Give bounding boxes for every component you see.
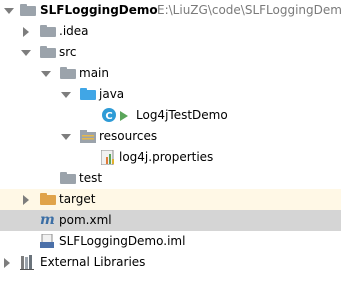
tree-row-src[interactable]: src <box>0 42 341 63</box>
project-path: E:\LiuZG\code\SLFLoggingDemo <box>157 3 341 17</box>
folder-icon <box>40 25 56 37</box>
tree-row-idea[interactable]: .idea <box>0 21 341 42</box>
file-label-pom: pom.xml <box>59 213 112 227</box>
tree-row-java[interactable]: java <box>0 84 341 105</box>
chevron-down-icon[interactable] <box>4 8 14 14</box>
tree-row-resources[interactable]: resources <box>0 126 341 147</box>
tree-row-external-libraries[interactable]: External Libraries <box>0 252 341 273</box>
external-libraries-label: External Libraries <box>40 255 146 269</box>
java-class-icon: C <box>102 108 116 122</box>
folder-icon <box>60 67 76 79</box>
chevron-down-icon[interactable] <box>61 92 71 98</box>
file-label-iml: SLFLoggingDemo.iml <box>59 234 186 248</box>
library-icon <box>20 255 34 270</box>
svg-text:C: C <box>105 111 112 122</box>
tree-row-main[interactable]: main <box>0 63 341 84</box>
folder-icon <box>20 4 36 16</box>
maven-icon: m <box>40 212 55 228</box>
chevron-down-icon[interactable] <box>41 71 51 77</box>
folder-label-java: java <box>99 87 125 101</box>
tree-row-properties[interactable]: log4j.properties <box>0 147 341 168</box>
tree-row-test[interactable]: test <box>0 168 341 189</box>
folder-label-main: main <box>79 66 109 80</box>
folder-label-idea: .idea <box>59 24 89 38</box>
folder-label-resources: resources <box>99 129 158 143</box>
class-label: Log4jTestDemo <box>136 108 228 122</box>
chevron-right-icon[interactable] <box>23 27 29 37</box>
chevron-right-icon[interactable] <box>23 195 29 205</box>
java-source-folder-icon <box>80 88 96 100</box>
tree-row-iml[interactable]: SLFLoggingDemo.iml <box>0 231 341 252</box>
resources-folder-icon <box>80 130 96 143</box>
folder-icon <box>40 46 56 58</box>
folder-label-src: src <box>59 45 77 59</box>
project-name: SLFLoggingDemo <box>40 3 158 17</box>
chevron-down-icon[interactable] <box>61 134 71 140</box>
tree-row-target[interactable]: target <box>0 189 341 210</box>
module-file-icon <box>40 234 54 248</box>
folder-label-target: target <box>59 192 96 206</box>
tree-row-class[interactable]: C Log4jTestDemo <box>0 105 341 126</box>
runnable-icon <box>120 111 128 121</box>
properties-file-icon <box>101 150 114 165</box>
tree-row-pom[interactable]: m pom.xml <box>0 210 341 231</box>
folder-label-test: test <box>79 171 103 185</box>
file-label-properties: log4j.properties <box>119 150 214 164</box>
tree-row-root[interactable]: SLFLoggingDemo E:\LiuZG\code\SLFLoggingD… <box>0 0 341 21</box>
chevron-right-icon[interactable] <box>4 258 10 268</box>
chevron-down-icon[interactable] <box>21 50 31 56</box>
folder-icon <box>60 172 76 184</box>
excluded-folder-icon <box>40 193 56 205</box>
